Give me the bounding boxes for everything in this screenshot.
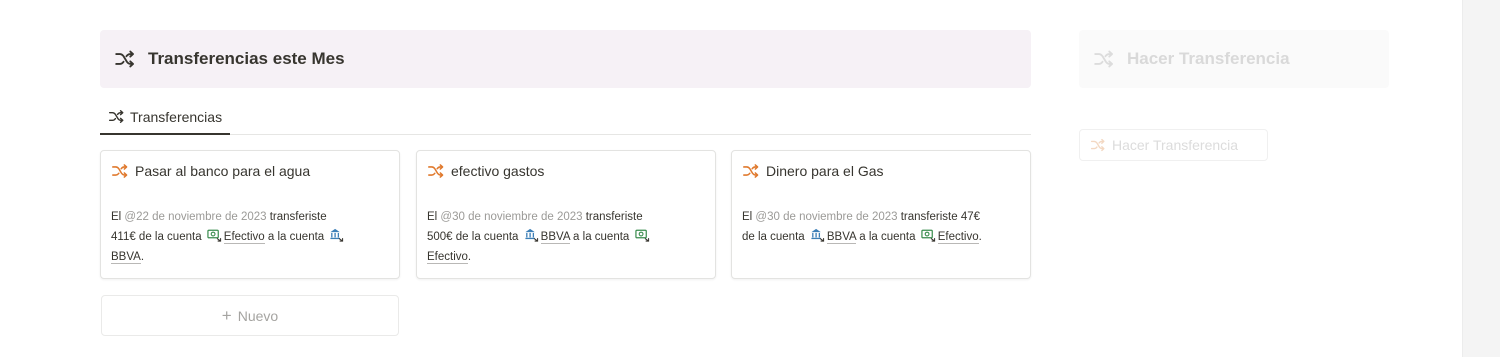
amount: 47€ [960, 211, 980, 223]
from-account-link[interactable]: BBVA [540, 231, 570, 244]
gallery-card[interactable]: efectivo gastos El @30 de noviembre de 2… [416, 150, 716, 279]
text-verb: transferiste [266, 211, 327, 223]
card-title-text: Dinero para el Gas [766, 163, 884, 179]
text-from: de la cuenta [742, 231, 808, 243]
view-tabs: Transferencias [100, 100, 1031, 135]
page-scrollbar[interactable] [1462, 0, 1500, 357]
new-card-button[interactable]: + Nuevo [101, 295, 399, 336]
text-end: . [140, 251, 145, 263]
shuffle-icon [114, 48, 136, 70]
bank-icon [329, 227, 344, 242]
card-title[interactable]: efectivo gastos [427, 163, 705, 179]
to-account-link[interactable]: Efectivo [427, 251, 468, 264]
shuffle-icon [108, 108, 125, 125]
tab-label: Transferencias [130, 108, 223, 125]
callout-title: Transferencias este Mes [148, 49, 345, 68]
date-mention[interactable]: @30 de noviembre de 2023 [440, 211, 582, 223]
card-title-text: efectivo gastos [451, 163, 545, 179]
cash-icon [207, 227, 222, 242]
bank-icon [810, 227, 825, 242]
new-button-label: Nuevo [237, 307, 279, 324]
text-end: . [978, 231, 982, 243]
text-verb: transferiste [897, 211, 958, 223]
amount: 411€ [111, 231, 136, 243]
to-account-link[interactable]: Efectivo [937, 231, 979, 244]
text-to: a la cuenta [569, 231, 633, 243]
card-title-text: Pasar al banco para el agua [135, 163, 311, 179]
shuffle-icon [111, 162, 129, 180]
card-description: El @30 de noviembre de 2023 transferiste… [742, 207, 1020, 247]
gallery-card[interactable]: Dinero para el Gas El @30 de noviembre d… [731, 150, 1031, 279]
text-prefix: El [427, 211, 441, 223]
card-description: El @22 de noviembre de 2023 transferiste… [111, 207, 389, 267]
callout-title: Hacer Transferencia [1127, 49, 1290, 68]
text-to: a la cuenta [264, 231, 328, 243]
text-from: de la cuenta [452, 231, 522, 243]
hacer-transferencia-button[interactable]: Hacer Transferencia [1079, 129, 1268, 161]
plus-icon: + [221, 305, 232, 325]
text-to: a la cuenta [856, 231, 919, 243]
bank-icon [524, 227, 539, 242]
card-description: El @30 de noviembre de 2023 transferiste… [427, 207, 705, 267]
callout-transferencias-este-mes: Transferencias este Mes [100, 30, 1031, 88]
to-account-link[interactable]: BBVA [111, 251, 141, 264]
callout-hacer-transferencia: Hacer Transferencia [1079, 30, 1389, 88]
shuffle-icon [742, 162, 760, 180]
text-end: . [467, 251, 472, 263]
text-prefix: El [111, 211, 125, 223]
card-title[interactable]: Dinero para el Gas [742, 163, 1020, 179]
amount: 500€ [427, 231, 453, 243]
button-label: Hacer Transferencia [1112, 137, 1239, 153]
text-prefix: El [742, 211, 756, 223]
cash-icon [921, 227, 936, 242]
from-account-link[interactable]: Efectivo [223, 231, 265, 244]
from-account-link[interactable]: BBVA [826, 231, 857, 244]
card-title[interactable]: Pasar al banco para el agua [111, 163, 389, 179]
text-verb: transferiste [582, 211, 643, 223]
gallery-card[interactable]: Pasar al banco para el agua El @22 de no… [100, 150, 400, 279]
date-mention[interactable]: @30 de noviembre de 2023 [755, 211, 897, 223]
shuffle-icon [1090, 137, 1106, 153]
text-from: de la cuenta [135, 231, 205, 243]
shuffle-icon [1093, 48, 1115, 70]
cash-icon [635, 227, 650, 242]
date-mention[interactable]: @22 de noviembre de 2023 [124, 211, 266, 223]
shuffle-icon [427, 162, 445, 180]
tab-transferencias[interactable]: Transferencias [100, 100, 231, 135]
